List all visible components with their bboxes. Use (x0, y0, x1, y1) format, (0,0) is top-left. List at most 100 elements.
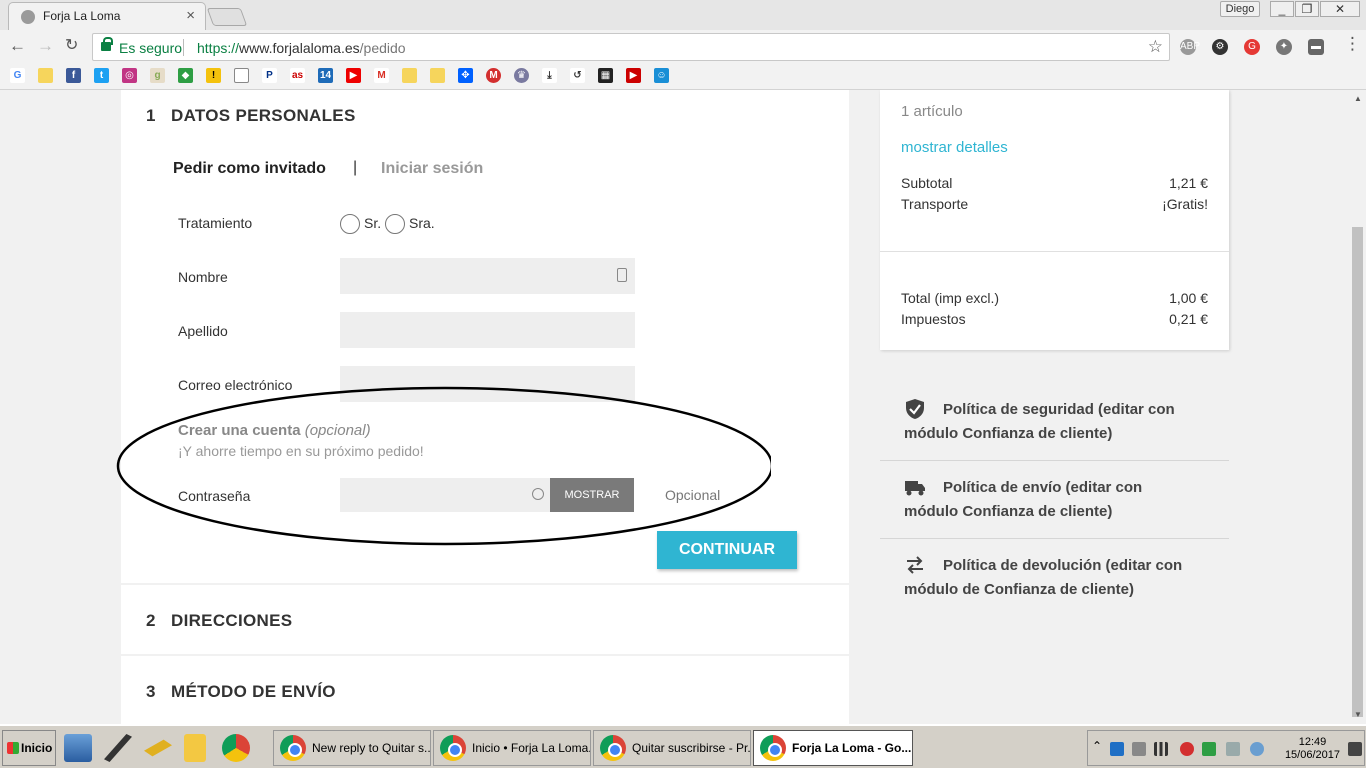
task-inicio-forja[interactable]: Inicio • Forja La Loma... (433, 730, 591, 766)
mega-bookmark-icon[interactable]: M (486, 68, 501, 83)
shipping-row: Transporte ¡Gratis! (901, 196, 1208, 212)
tab-login[interactable]: Iniciar sesión (381, 160, 483, 178)
as-bookmark-icon[interactable]: as (290, 68, 305, 83)
url-text: https://www.forjalaloma.es/pedido (197, 40, 406, 56)
back-arrow-icon[interactable]: ← (9, 37, 26, 55)
last-name-input[interactable] (340, 312, 635, 348)
download-bookmark-icon[interactable]: ⤓ (542, 68, 557, 83)
folder-quicklaunch-icon[interactable] (184, 734, 206, 762)
start-button[interactable]: Inicio (2, 730, 56, 766)
dropbox-bookmark-icon[interactable]: ✥ (458, 68, 473, 83)
profile-button[interactable]: Diego (1220, 1, 1260, 17)
radio-sra[interactable] (385, 214, 405, 234)
bookmark-star-icon[interactable]: ☆ (1148, 37, 1163, 57)
signal-tray-icon[interactable] (1154, 742, 1168, 756)
google-bookmark-icon[interactable]: G (10, 68, 25, 83)
address-bar[interactable]: Es seguro https://www.forjalaloma.es/ped… (92, 33, 1170, 61)
tray-expand-icon[interactable]: ⌃ (1092, 739, 1102, 753)
policy-security-line2: módulo Confianza de cliente) (904, 425, 1113, 442)
folder-bookmark-2-icon[interactable] (402, 68, 417, 83)
policy-divider (880, 460, 1229, 461)
gmail-bookmark-icon[interactable]: M (374, 68, 389, 83)
gear-extension-icon[interactable]: ⚙ (1212, 39, 1228, 55)
minimize-button[interactable]: _ (1270, 1, 1294, 17)
total-value: 1,00 € (1169, 290, 1208, 306)
last-name-label: Apellido (178, 323, 228, 339)
blue-bookmark-icon[interactable]: ☺ (654, 68, 669, 83)
autofill-contact-icon[interactable] (617, 268, 627, 282)
scroll-up-arrow-icon[interactable]: ▲ (1354, 94, 1362, 103)
chrome-task-icon (280, 735, 306, 761)
puzzle-extension-icon[interactable]: ✦ (1276, 39, 1292, 55)
policy-shipping-line1: Política de envío (editar con (943, 479, 1143, 496)
crest-bookmark-icon[interactable]: ♛ (514, 68, 529, 83)
diamond-bookmark-icon[interactable]: ◆ (178, 68, 193, 83)
quill-quicklaunch-icon[interactable] (104, 734, 132, 762)
task-label-4: Forja La Loma - Go... (792, 741, 912, 755)
facebook-bookmark-icon[interactable]: f (66, 68, 81, 83)
tab-guest[interactable]: Pedir como invitado (173, 160, 326, 178)
show-details-link[interactable]: mostrar detalles (901, 139, 1008, 156)
summary-divider (880, 251, 1229, 252)
network-tray-icon[interactable] (1250, 742, 1264, 756)
tab-divider: | (353, 159, 358, 176)
forward-arrow-icon[interactable]: → (37, 37, 54, 55)
page-scrollbar[interactable]: ▲ ▼ (1350, 90, 1366, 724)
reload-icon[interactable]: ↻ (65, 37, 78, 55)
history-bookmark-icon[interactable]: ↺ (570, 68, 585, 83)
folder-bookmark-3-icon[interactable] (430, 68, 445, 83)
warning-bookmark-icon[interactable]: ! (206, 68, 221, 83)
youtube-bookmark-2-icon[interactable]: ▶ (626, 68, 641, 83)
mega-tray-icon[interactable] (1180, 742, 1194, 756)
new-tab-button[interactable] (206, 8, 248, 26)
shipping-label: Transporte (901, 196, 969, 212)
notification-tray-icon[interactable] (1348, 742, 1362, 756)
chrome-quicklaunch-icon[interactable] (222, 734, 250, 762)
page-viewport: 1 DATOS PERSONALES Pedir como invitado |… (0, 90, 1350, 724)
tab-forja-la-loma[interactable]: Forja La Loma × (8, 2, 206, 30)
clock[interactable]: 12:49 15/06/2017 (1285, 736, 1340, 762)
outlook-tray-icon[interactable] (1110, 742, 1124, 756)
instagram-bookmark-icon[interactable]: ◎ (122, 68, 137, 83)
scrollbar-thumb[interactable] (1352, 227, 1363, 717)
radio-sr[interactable] (340, 214, 360, 234)
gold-bar-quicklaunch-icon[interactable] (144, 739, 172, 757)
red-extension-icon[interactable]: G (1244, 39, 1260, 55)
youtube-bookmark-icon[interactable]: ▶ (346, 68, 361, 83)
url-host: www.forjalaloma.es (239, 40, 360, 56)
first-name-input[interactable] (340, 258, 635, 294)
radio-sra-label[interactable]: Sra. (409, 215, 435, 231)
toolbar: ← → ↻ Es seguro https://www.forjalaloma.… (0, 30, 1366, 63)
task-forja-la-loma-active[interactable]: Forja La Loma - Go... (753, 730, 913, 766)
step-addresses[interactable]: 2 DIRECCIONES (121, 585, 849, 654)
menu-dots-icon[interactable]: ⋮ (1344, 35, 1361, 53)
tab-close-icon[interactable]: × (186, 7, 195, 24)
folder-bookmark-icon[interactable] (38, 68, 53, 83)
drive-extension-icon[interactable]: ▬ (1308, 39, 1324, 55)
calendar-bookmark-icon[interactable]: 14 (318, 68, 333, 83)
sync-tray-icon[interactable] (1202, 742, 1216, 756)
maximize-button[interactable]: ❐ (1295, 1, 1319, 17)
volume-tray-icon[interactable] (1226, 742, 1240, 756)
radio-sr-label[interactable]: Sr. (364, 215, 381, 231)
goodreads-bookmark-icon[interactable]: g (150, 68, 165, 83)
step-1-title[interactable]: DATOS PERSONALES (171, 106, 356, 126)
computer-quicklaunch-icon[interactable] (64, 734, 92, 762)
shop-bookmark-icon[interactable]: ▦ (598, 68, 613, 83)
step-3-title[interactable]: MÉTODO DE ENVÍO (171, 682, 336, 702)
clock-time: 12:49 (1298, 736, 1327, 748)
close-window-button[interactable]: ✕ (1320, 1, 1360, 17)
device-tray-icon[interactable] (1132, 742, 1146, 756)
task-quitar-suscribirse[interactable]: Quitar suscribirse - Pr... (593, 730, 751, 766)
adblock-extension-icon[interactable]: ABP (1180, 39, 1200, 55)
task-label-2: Inicio • Forja La Loma... (472, 741, 591, 755)
page-bookmark-icon[interactable] (234, 68, 249, 83)
twitter-bookmark-icon[interactable]: t (94, 68, 109, 83)
scroll-down-arrow-icon[interactable]: ▼ (1354, 710, 1362, 719)
policy-shipping: Política de envío (editar con módulo Con… (880, 476, 1229, 524)
paypal-bookmark-icon[interactable]: P (262, 68, 277, 83)
task-reply-quitar[interactable]: New reply to Quitar s... (273, 730, 431, 766)
step-shipping-method[interactable]: 3 MÉTODO DE ENVÍO (121, 656, 849, 724)
treatment-label: Tratamiento (178, 215, 253, 231)
step-2-title[interactable]: DIRECCIONES (171, 611, 292, 631)
